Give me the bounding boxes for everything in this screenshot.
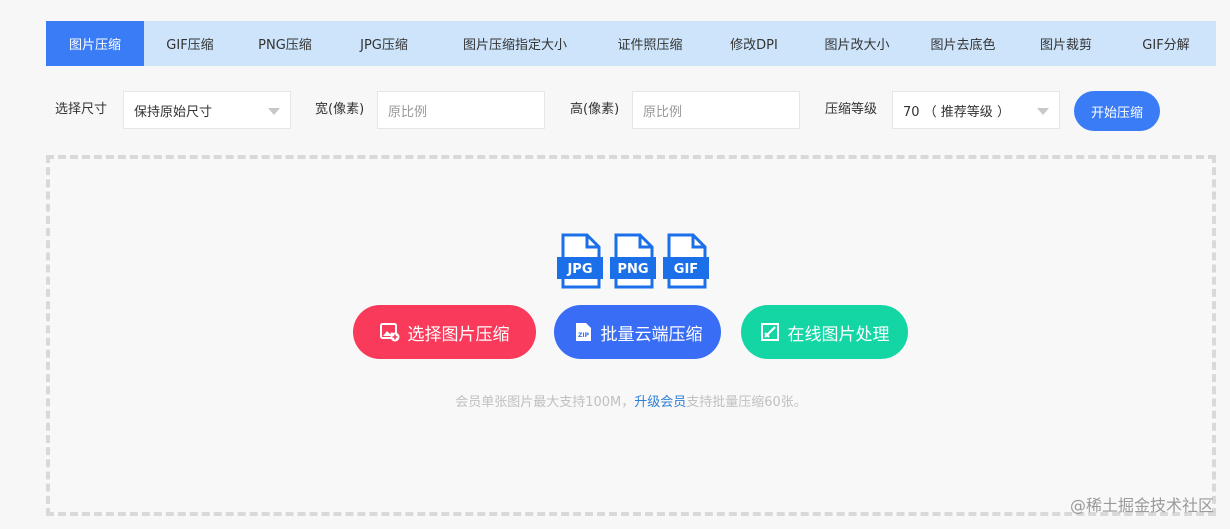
options-row: 选择尺寸 保持原始尺寸 宽(像素) 原比例 高(像素) 原比例 压缩等级 70 … [0, 91, 1230, 131]
png-file-icon: PNG [610, 233, 656, 289]
png-file-icon-label: PNG [617, 262, 648, 277]
tab-crop-image[interactable]: 图片裁剪 [1016, 21, 1116, 66]
chevron-down-icon [268, 108, 280, 115]
tab-remove-background[interactable]: 图片去底色 [910, 21, 1016, 66]
tool-tabbar: 图片压缩 GIF压缩 PNG压缩 JPG压缩 图片压缩指定大小 证件照压缩 修改… [46, 21, 1216, 66]
height-input-placeholder: 原比例 [643, 104, 683, 120]
size-select-value: 保持原始尺寸 [134, 104, 213, 120]
size-label: 选择尺寸 [55, 102, 108, 117]
upgrade-membership-link[interactable]: 升级会员 [634, 395, 686, 410]
tab-jpg-compress[interactable]: JPG压缩 [334, 21, 434, 66]
height-label: 高(像素) [570, 102, 620, 117]
select-images-label: 选择图片压缩 [407, 324, 510, 345]
batch-cloud-compress-label: 批量云端压缩 [600, 324, 703, 345]
gif-file-icon-label: GIF [674, 262, 698, 277]
start-compress-button[interactable]: 开始压缩 [1074, 91, 1160, 131]
batch-cloud-compress-button[interactable]: ZIP 批量云端压缩 [554, 305, 721, 359]
member-note-prefix: 会员单张图片最大支持100M， [455, 395, 635, 410]
chevron-down-icon [1037, 108, 1049, 115]
file-types-icons: JPG PNG GIF [557, 233, 709, 289]
tab-id-photo-compress[interactable]: 证件照压缩 [596, 21, 704, 66]
member-note: 会员单张图片最大支持100M，升级会员支持批量压缩60张。 [50, 391, 1212, 410]
member-note-suffix: 支持批量压缩60张。 [686, 395, 807, 410]
level-select-value: 70 （ 推荐等级 ） [903, 104, 1010, 120]
online-image-edit-label: 在线图片处理 [787, 324, 890, 345]
svg-text:ZIP: ZIP [578, 332, 590, 339]
tab-resize-image[interactable]: 图片改大小 [804, 21, 910, 66]
tab-gif-compress[interactable]: GIF压缩 [144, 21, 236, 66]
tab-compress-to-size[interactable]: 图片压缩指定大小 [434, 21, 596, 66]
height-input[interactable]: 原比例 [632, 91, 800, 129]
tab-png-compress[interactable]: PNG压缩 [236, 21, 334, 66]
image-add-icon [379, 323, 399, 342]
watermark: @稀土掘金技术社区 [1069, 496, 1214, 515]
image-edit-icon [760, 323, 779, 341]
select-images-button[interactable]: 选择图片压缩 [353, 305, 536, 359]
jpg-file-icon: JPG [557, 233, 603, 289]
level-select[interactable]: 70 （ 推荐等级 ） [892, 91, 1060, 129]
online-image-edit-button[interactable]: 在线图片处理 [741, 305, 908, 359]
size-select[interactable]: 保持原始尺寸 [123, 91, 291, 129]
tab-image-compress[interactable]: 图片压缩 [46, 21, 144, 66]
width-input[interactable]: 原比例 [377, 91, 545, 129]
tab-change-dpi[interactable]: 修改DPI [704, 21, 804, 66]
upload-dropzone[interactable]: JPG PNG GIF 选择图片压缩 ZIP 批量云端压缩 在线图片处理 会员单… [46, 155, 1216, 516]
zip-file-icon: ZIP [575, 323, 591, 341]
jpg-file-icon-label: JPG [566, 262, 592, 277]
tab-gif-split[interactable]: GIF分解 [1116, 21, 1216, 66]
level-label: 压缩等级 [825, 102, 878, 117]
width-input-placeholder: 原比例 [388, 104, 428, 120]
gif-file-icon: GIF [663, 233, 709, 289]
width-label: 宽(像素) [315, 102, 365, 117]
